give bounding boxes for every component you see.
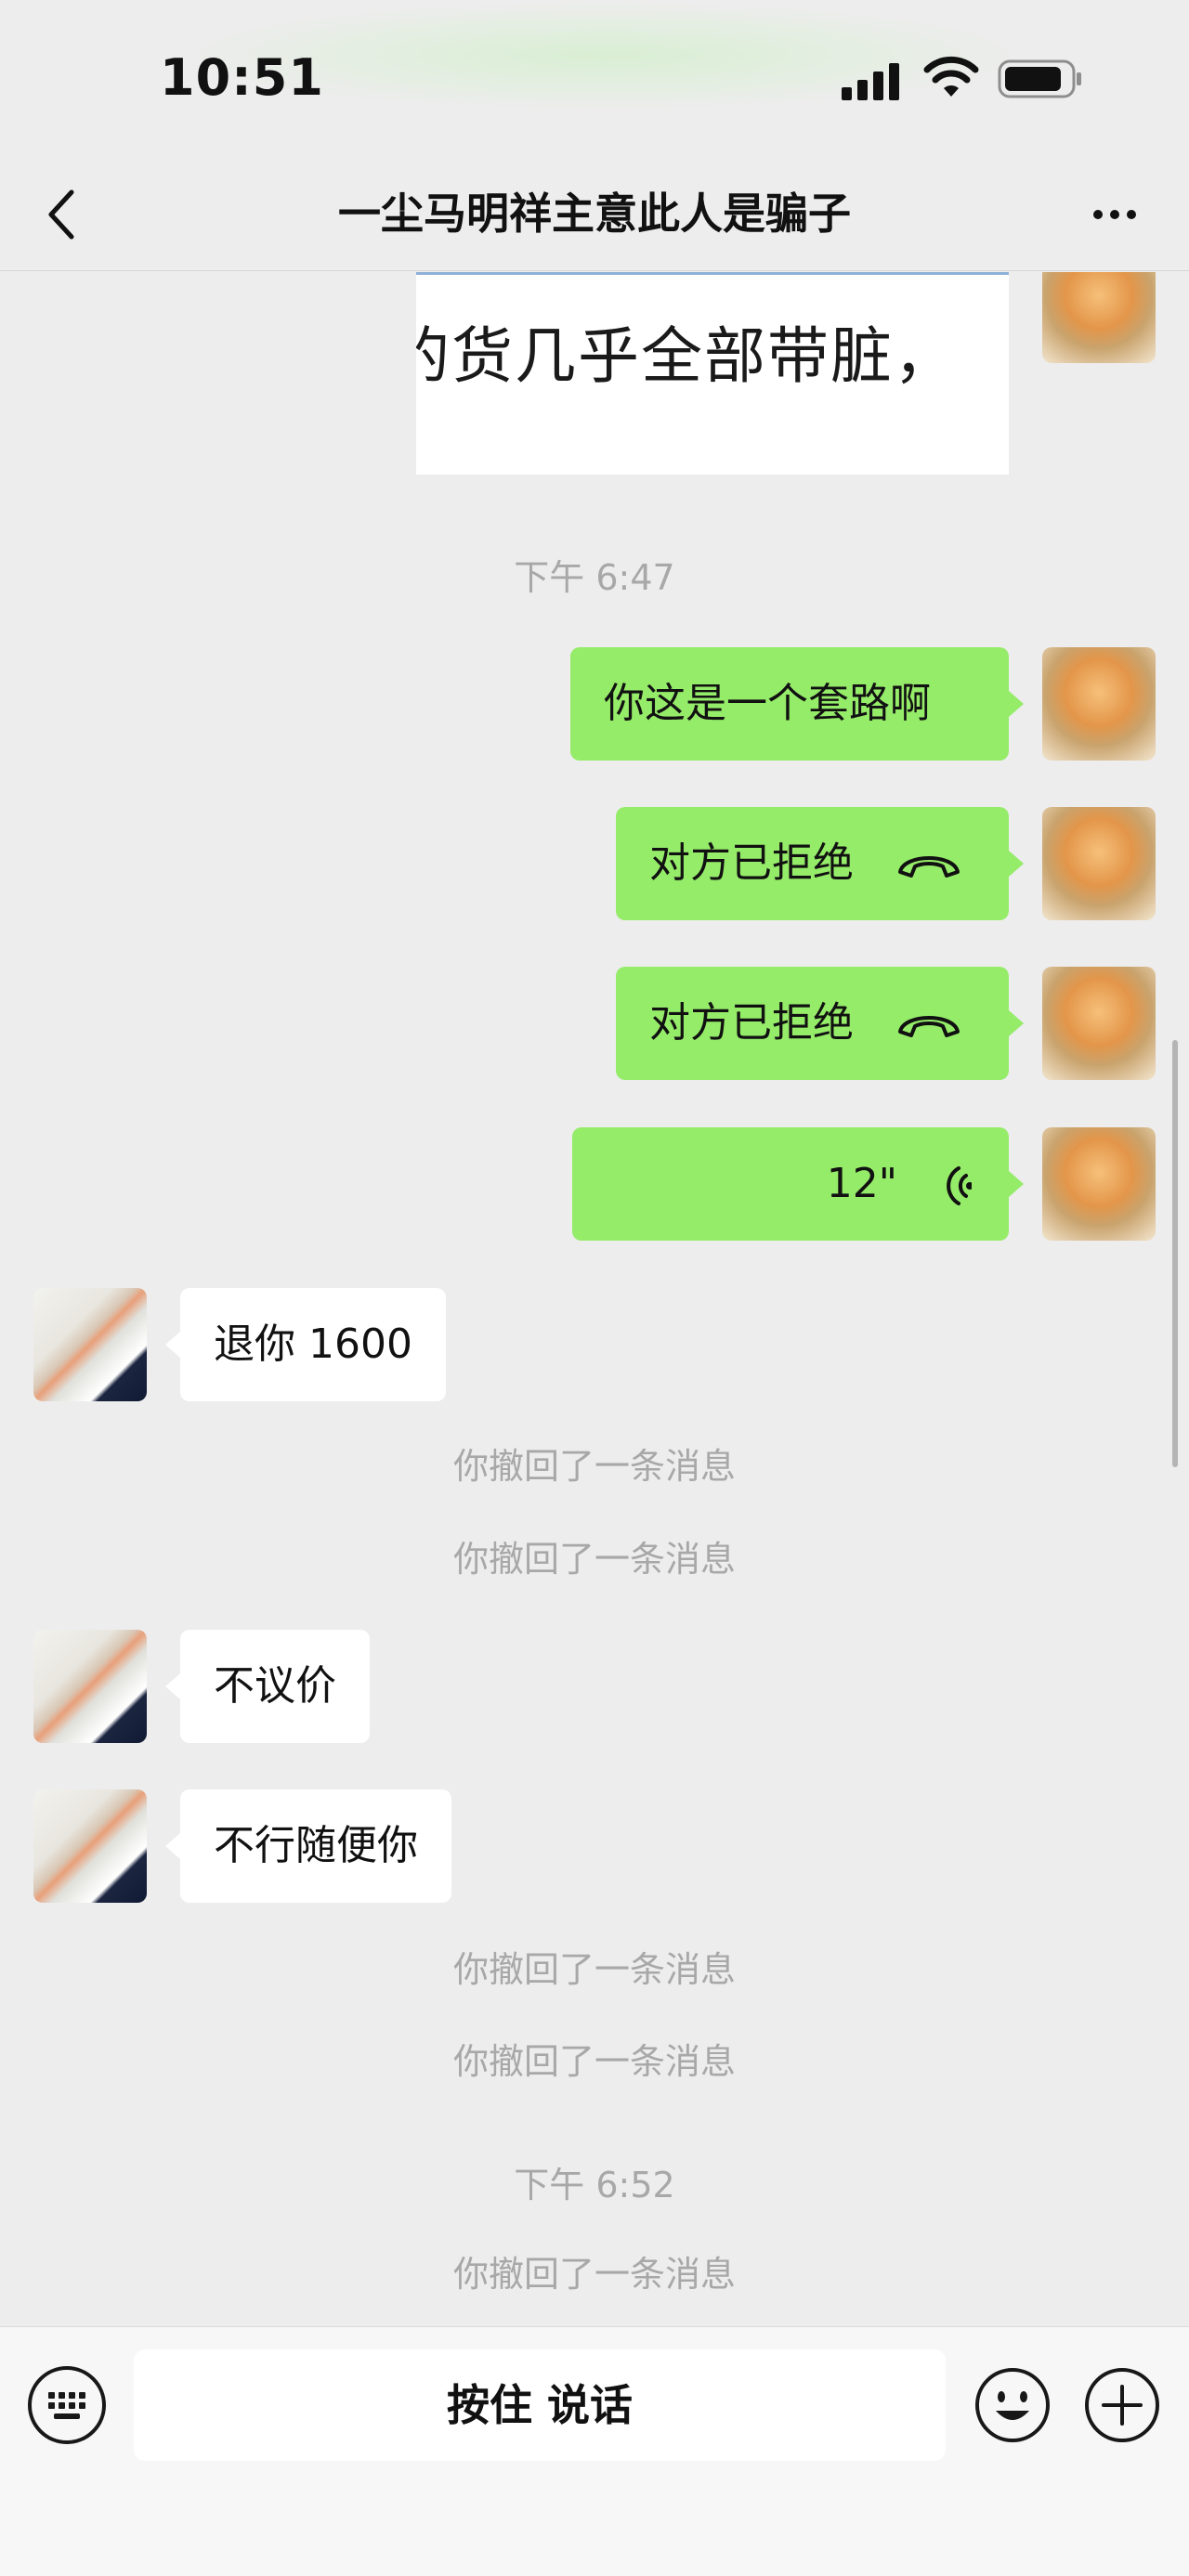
received-text-bubble[interactable]: 不行随便你 — [180, 1789, 451, 1903]
battery-icon — [998, 59, 1081, 98]
bubble-tail — [165, 1673, 180, 1699]
hold-to-talk-button[interactable]: 按住 说话 — [134, 2349, 946, 2461]
contact-avatar[interactable] — [33, 1630, 147, 1743]
phone-hangup-icon — [898, 1016, 960, 1037]
more-dot — [1110, 210, 1119, 219]
contact-avatar[interactable] — [33, 1789, 147, 1903]
bubble-tail — [1009, 1010, 1024, 1036]
status-time: 10:51 — [160, 48, 324, 107]
bubble-tail — [1009, 691, 1024, 717]
chevron-left-icon — [48, 189, 74, 240]
input-bar: 按住 说话 — [0, 2326, 1189, 2576]
my-avatar[interactable] — [1042, 967, 1156, 1080]
message-text: 退你 1600 — [214, 1321, 412, 1368]
chat-message-list[interactable]: 的货几乎全部带脏， 下午 6:47 你这是一个套路啊 对方已拒绝 对方已拒绝 1… — [0, 272, 1189, 2326]
my-avatar[interactable] — [1042, 647, 1156, 761]
recall-notice: 你撤回了一条消息 — [452, 1539, 736, 1580]
voice-wave-icon — [947, 1166, 973, 1205]
image-message[interactable]: 的货几乎全部带脏， — [416, 272, 1009, 475]
scrollbar[interactable] — [1172, 1040, 1178, 1467]
chat-title: 一尘马明祥主意此人是骗子 — [338, 189, 851, 239]
sent-text-bubble[interactable]: 你这是一个套路啊 — [570, 647, 1009, 761]
emoji-button[interactable] — [973, 2366, 1052, 2444]
recall-notice: 你撤回了一条消息 — [452, 2254, 736, 2295]
recall-notice: 你撤回了一条消息 — [452, 2041, 736, 2082]
bubble-tail — [165, 1833, 180, 1859]
call-declined-bubble[interactable]: 对方已拒绝 — [616, 807, 1009, 920]
keyboard-toggle-button[interactable] — [28, 2366, 106, 2444]
more-button[interactable] — [1078, 182, 1152, 247]
message-text: 不行随便你 — [214, 1822, 418, 1869]
call-declined-bubble[interactable]: 对方已拒绝 — [616, 967, 1009, 1080]
nav-bar: 一尘马明祥主意此人是骗子 — [0, 158, 1189, 271]
keyboard-icon — [48, 2392, 85, 2419]
back-button[interactable] — [30, 182, 95, 247]
message-text: 你这是一个套路啊 — [604, 680, 931, 727]
more-dot — [1093, 210, 1103, 219]
my-avatar[interactable] — [1042, 272, 1156, 363]
call-status-text: 对方已拒绝 — [649, 999, 854, 1047]
message-text: 不议价 — [214, 1662, 336, 1710]
bubble-tail — [1009, 1171, 1024, 1197]
wifi-icon — [923, 56, 979, 97]
recall-notice: 你撤回了一条消息 — [452, 1949, 736, 1990]
timestamp: 下午 6:47 — [514, 557, 675, 598]
more-functions-button[interactable] — [1083, 2366, 1161, 2444]
plus-icon — [1085, 2368, 1159, 2442]
my-avatar[interactable] — [1042, 1127, 1156, 1241]
bubble-tail — [1009, 851, 1024, 877]
more-dot — [1127, 210, 1136, 219]
received-text-bubble[interactable]: 不议价 — [180, 1630, 370, 1743]
call-status-text: 对方已拒绝 — [649, 839, 854, 887]
voice-duration: 12" — [826, 1160, 897, 1207]
my-avatar[interactable] — [1042, 807, 1156, 920]
phone-hangup-icon — [898, 856, 960, 878]
bubble-tail — [165, 1332, 180, 1358]
timestamp: 下午 6:52 — [514, 2165, 675, 2205]
image-message-text: 的货几乎全部带脏， — [416, 320, 957, 392]
received-text-bubble[interactable]: 退你 1600 — [180, 1288, 446, 1401]
contact-avatar[interactable] — [33, 1288, 147, 1401]
cellular-signal-icon — [842, 58, 907, 100]
status-bar: 10:51 — [0, 0, 1189, 158]
recall-notice: 你撤回了一条消息 — [452, 1446, 736, 1487]
voice-message-bubble[interactable]: 12" — [572, 1127, 1009, 1241]
emoji-icon — [975, 2368, 1050, 2442]
